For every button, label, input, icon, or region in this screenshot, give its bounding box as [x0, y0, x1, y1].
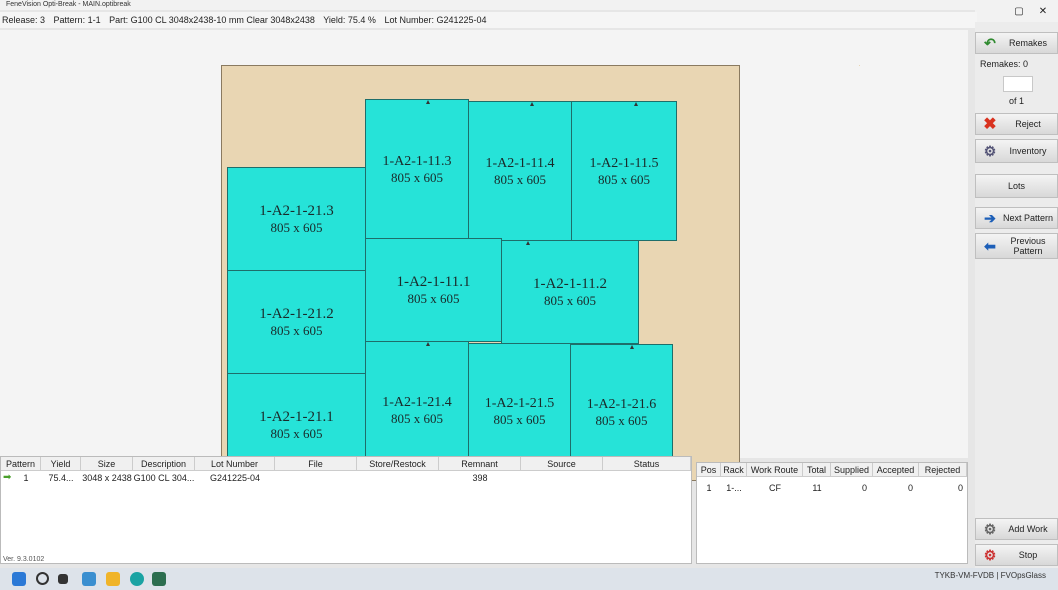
cut-piece[interactable]: 1-A2-1-11.1 805 x 605 — [365, 238, 502, 342]
undo-arrow-icon: ↶ — [984, 34, 996, 51]
piece-id: 1-A2-1-11.3 — [382, 153, 452, 169]
maximize-button[interactable]: ▢ — [1009, 6, 1029, 17]
gear-icon: ⚙ — [983, 520, 997, 537]
app-icon[interactable] — [82, 572, 96, 586]
edge-mark — [426, 100, 430, 104]
pattern-info: Pattern: 1-1 — [53, 15, 101, 25]
windows-start-icon[interactable] — [12, 572, 26, 586]
edge-mark — [530, 102, 534, 106]
piece-id: 1-A2-1-21.1 — [259, 408, 334, 425]
col-header[interactable]: Size — [81, 457, 133, 471]
window-controls: ▢ ✕ — [975, 0, 1058, 22]
table-row[interactable]: 1 75.4... 3048 x 2438 G100 CL 304... G24… — [1, 471, 691, 485]
piece-id: 1-A2-1-11.5 — [589, 155, 659, 171]
col-header[interactable]: File — [275, 457, 357, 471]
close-button[interactable]: ✕ — [1033, 6, 1053, 17]
lot-info: Lot Number: G241225-04 — [384, 15, 487, 25]
col-header[interactable]: Source — [521, 457, 603, 471]
piece-id: 1-A2-1-21.3 — [259, 202, 334, 219]
stop-button[interactable]: ⚙ Stop — [975, 544, 1058, 566]
piece-size: 805 x 605 — [595, 412, 648, 428]
release-info: Release: 3 — [2, 15, 46, 25]
add-work-button[interactable]: ⚙ Add Work — [975, 518, 1058, 540]
edge-mark — [426, 342, 430, 346]
cut-piece[interactable]: 1-A2-1-11.5 805 x 605 — [571, 101, 677, 241]
edge-mark — [526, 241, 530, 245]
edge-browser-icon[interactable] — [130, 572, 144, 586]
window-title: FeneVision Opti-Break - MAIN.optibreak — [0, 0, 981, 10]
col-header[interactable]: Remnant — [439, 457, 521, 471]
col-header[interactable]: Pattern — [1, 457, 41, 471]
piece-size: 805 x 605 — [270, 425, 323, 441]
piece-id: 1-A2-1-11.1 — [396, 273, 471, 290]
stop-gear-icon: ⚙ — [983, 546, 997, 563]
taskbar: TYKB-VM-FVDB | FVOpsGlass — [0, 568, 1058, 590]
work-table: Pos Rack Work Route Total Supplied Accep… — [696, 462, 968, 564]
cut-piece[interactable]: 1-A2-1-21.3 805 x 605 — [227, 167, 366, 271]
piece-id: 1-A2-1-21.5 — [484, 396, 555, 411]
version-label: Ver. 9.3.0102 — [3, 556, 45, 563]
col-header[interactable]: Pos — [697, 463, 721, 477]
col-header[interactable]: Status — [603, 457, 691, 471]
piece-size: 805 x 605 — [598, 171, 650, 187]
col-header[interactable]: Rejected — [919, 463, 967, 477]
remake-index-input[interactable] — [1003, 76, 1033, 92]
arrow-left-icon: ⬅ — [984, 237, 996, 254]
edge-mark — [630, 345, 634, 349]
previous-pattern-button[interactable]: ⬅ Previous Pattern — [975, 233, 1058, 259]
pattern-table-header: Pattern Yield Size Description Lot Numbe… — [1, 457, 691, 471]
col-header[interactable]: Work Route — [747, 463, 803, 477]
piece-id: 1-A2-1-21.2 — [259, 305, 334, 322]
col-header[interactable]: Accepted — [873, 463, 919, 477]
remakes-count: Remakes: 0 — [980, 59, 1029, 69]
action-sidebar: ↶ Remakes Remakes: 0 of 1 ✖ Reject ⚙ Inv… — [975, 22, 1058, 590]
fenevision-icon[interactable] — [152, 572, 166, 586]
arrow-right-icon: ➔ — [984, 209, 996, 226]
reject-button[interactable]: ✖ Reject — [975, 113, 1058, 135]
table-row[interactable]: 1 1-... CF 11 0 0 0 — [697, 481, 967, 495]
search-icon[interactable] — [36, 572, 49, 585]
cut-piece[interactable]: 1-A2-1-11.3 805 x 605 — [365, 99, 469, 239]
part-info: Part: G100 CL 3048x2438-10 mm Clear 3048… — [109, 15, 315, 25]
col-header[interactable]: Total — [803, 463, 831, 477]
machine-name: TYKB-VM-FVDB | FVOpsGlass — [934, 571, 1046, 580]
inventory-button[interactable]: ⚙ Inventory — [975, 139, 1058, 163]
pattern-table: Pattern Yield Size Description Lot Numbe… — [0, 456, 692, 564]
work-table-header: Pos Rack Work Route Total Supplied Accep… — [697, 463, 967, 477]
cut-piece[interactable]: 1-A2-1-11.4 805 x 605 — [468, 101, 572, 241]
edge-mark — [634, 102, 638, 106]
file-explorer-icon[interactable] — [106, 572, 120, 586]
piece-id: 1-A2-1-21.4 — [382, 394, 452, 410]
piece-id: 1-A2-1-21.6 — [586, 396, 657, 412]
remakes-button[interactable]: ↶ Remakes — [975, 32, 1058, 54]
cut-piece[interactable]: 1-A2-1-11.2 805 x 605 — [501, 240, 639, 344]
glass-sheet: 1-A2-1-11.3 805 x 605 1-A2-1-11.4 805 x … — [221, 65, 860, 481]
piece-size: 805 x 605 — [493, 412, 546, 427]
col-header[interactable]: Yield — [41, 457, 81, 471]
task-view-icon[interactable] — [58, 574, 68, 584]
piece-size: 805 x 605 — [270, 219, 323, 235]
pattern-info-bar: Release: 3 Pattern: 1-1 Part: G100 CL 30… — [0, 12, 977, 28]
piece-size: 805 x 605 — [494, 171, 546, 187]
piece-size: 805 x 605 — [391, 169, 443, 185]
piece-size: 805 x 605 — [270, 322, 323, 338]
col-header[interactable]: Supplied — [831, 463, 873, 477]
piece-size: 805 x 605 — [407, 290, 460, 306]
yield-info: Yield: 75.4 % — [323, 15, 376, 25]
cutting-canvas: 1-A2-1-11.3 805 x 605 1-A2-1-11.4 805 x … — [0, 30, 968, 481]
next-pattern-button[interactable]: ➔ Next Pattern — [975, 207, 1058, 229]
cut-piece[interactable]: 1-A2-1-21.2 805 x 605 — [227, 270, 366, 374]
col-header[interactable]: Description — [133, 457, 195, 471]
piece-size: 805 x 605 — [391, 410, 443, 426]
piece-id: 1-A2-1-11.2 — [532, 275, 607, 292]
piece-id: 1-A2-1-11.4 — [485, 155, 555, 171]
remake-total: of 1 — [1008, 96, 1024, 106]
x-icon: ✖ — [983, 116, 997, 133]
col-header[interactable]: Rack — [721, 463, 747, 477]
piece-size: 805 x 605 — [544, 292, 596, 308]
lots-button[interactable]: Lots — [975, 174, 1058, 198]
col-header[interactable]: Lot Number — [195, 457, 275, 471]
col-header[interactable]: Store/Restock — [357, 457, 439, 471]
inventory-icon: ⚙ — [983, 142, 997, 159]
